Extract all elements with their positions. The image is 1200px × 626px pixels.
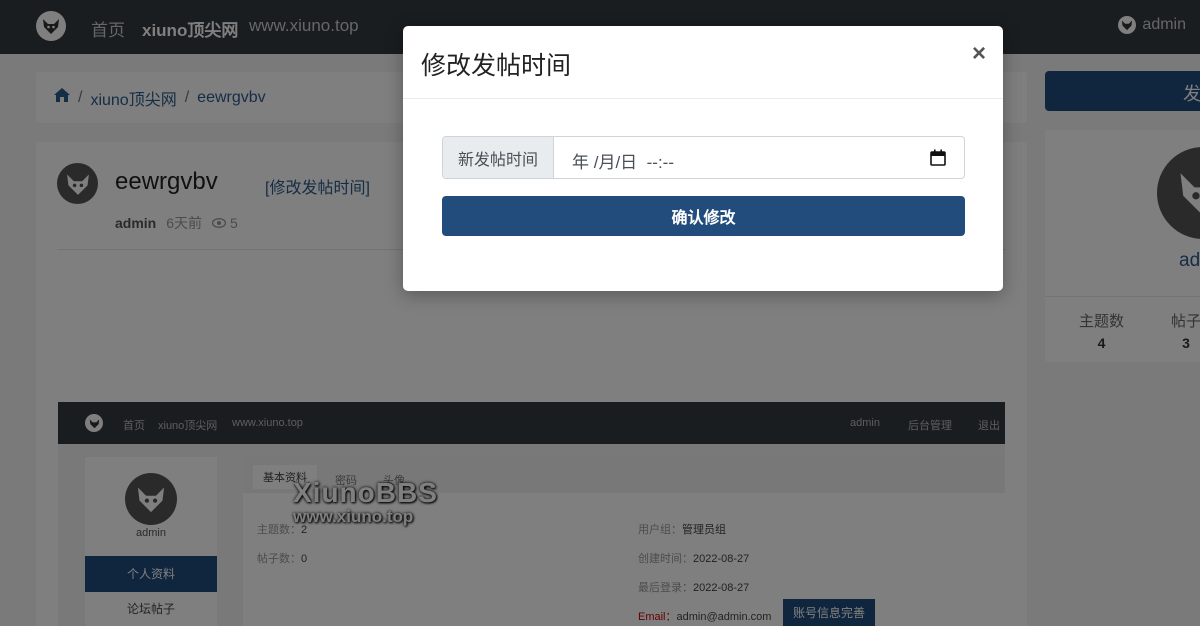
datetime-input[interactable]: 年 /月/日 --:-- <box>554 137 964 178</box>
datetime-input-label: 新发帖时间 <box>443 137 554 178</box>
calendar-icon[interactable] <box>930 149 946 171</box>
datetime-input-group: 新发帖时间 年 /月/日 --:-- <box>442 136 965 179</box>
close-icon[interactable]: × <box>972 40 986 68</box>
edit-time-modal: 修改发帖时间 × 新发帖时间 年 /月/日 --:-- 确认修改 <box>403 26 1003 291</box>
modal-header: 修改发帖时间 × <box>403 26 1003 99</box>
confirm-button[interactable]: 确认修改 <box>442 196 965 236</box>
datetime-input-value: 年 /月/日 --:-- <box>572 153 674 172</box>
modal-title: 修改发帖时间 <box>421 52 572 80</box>
